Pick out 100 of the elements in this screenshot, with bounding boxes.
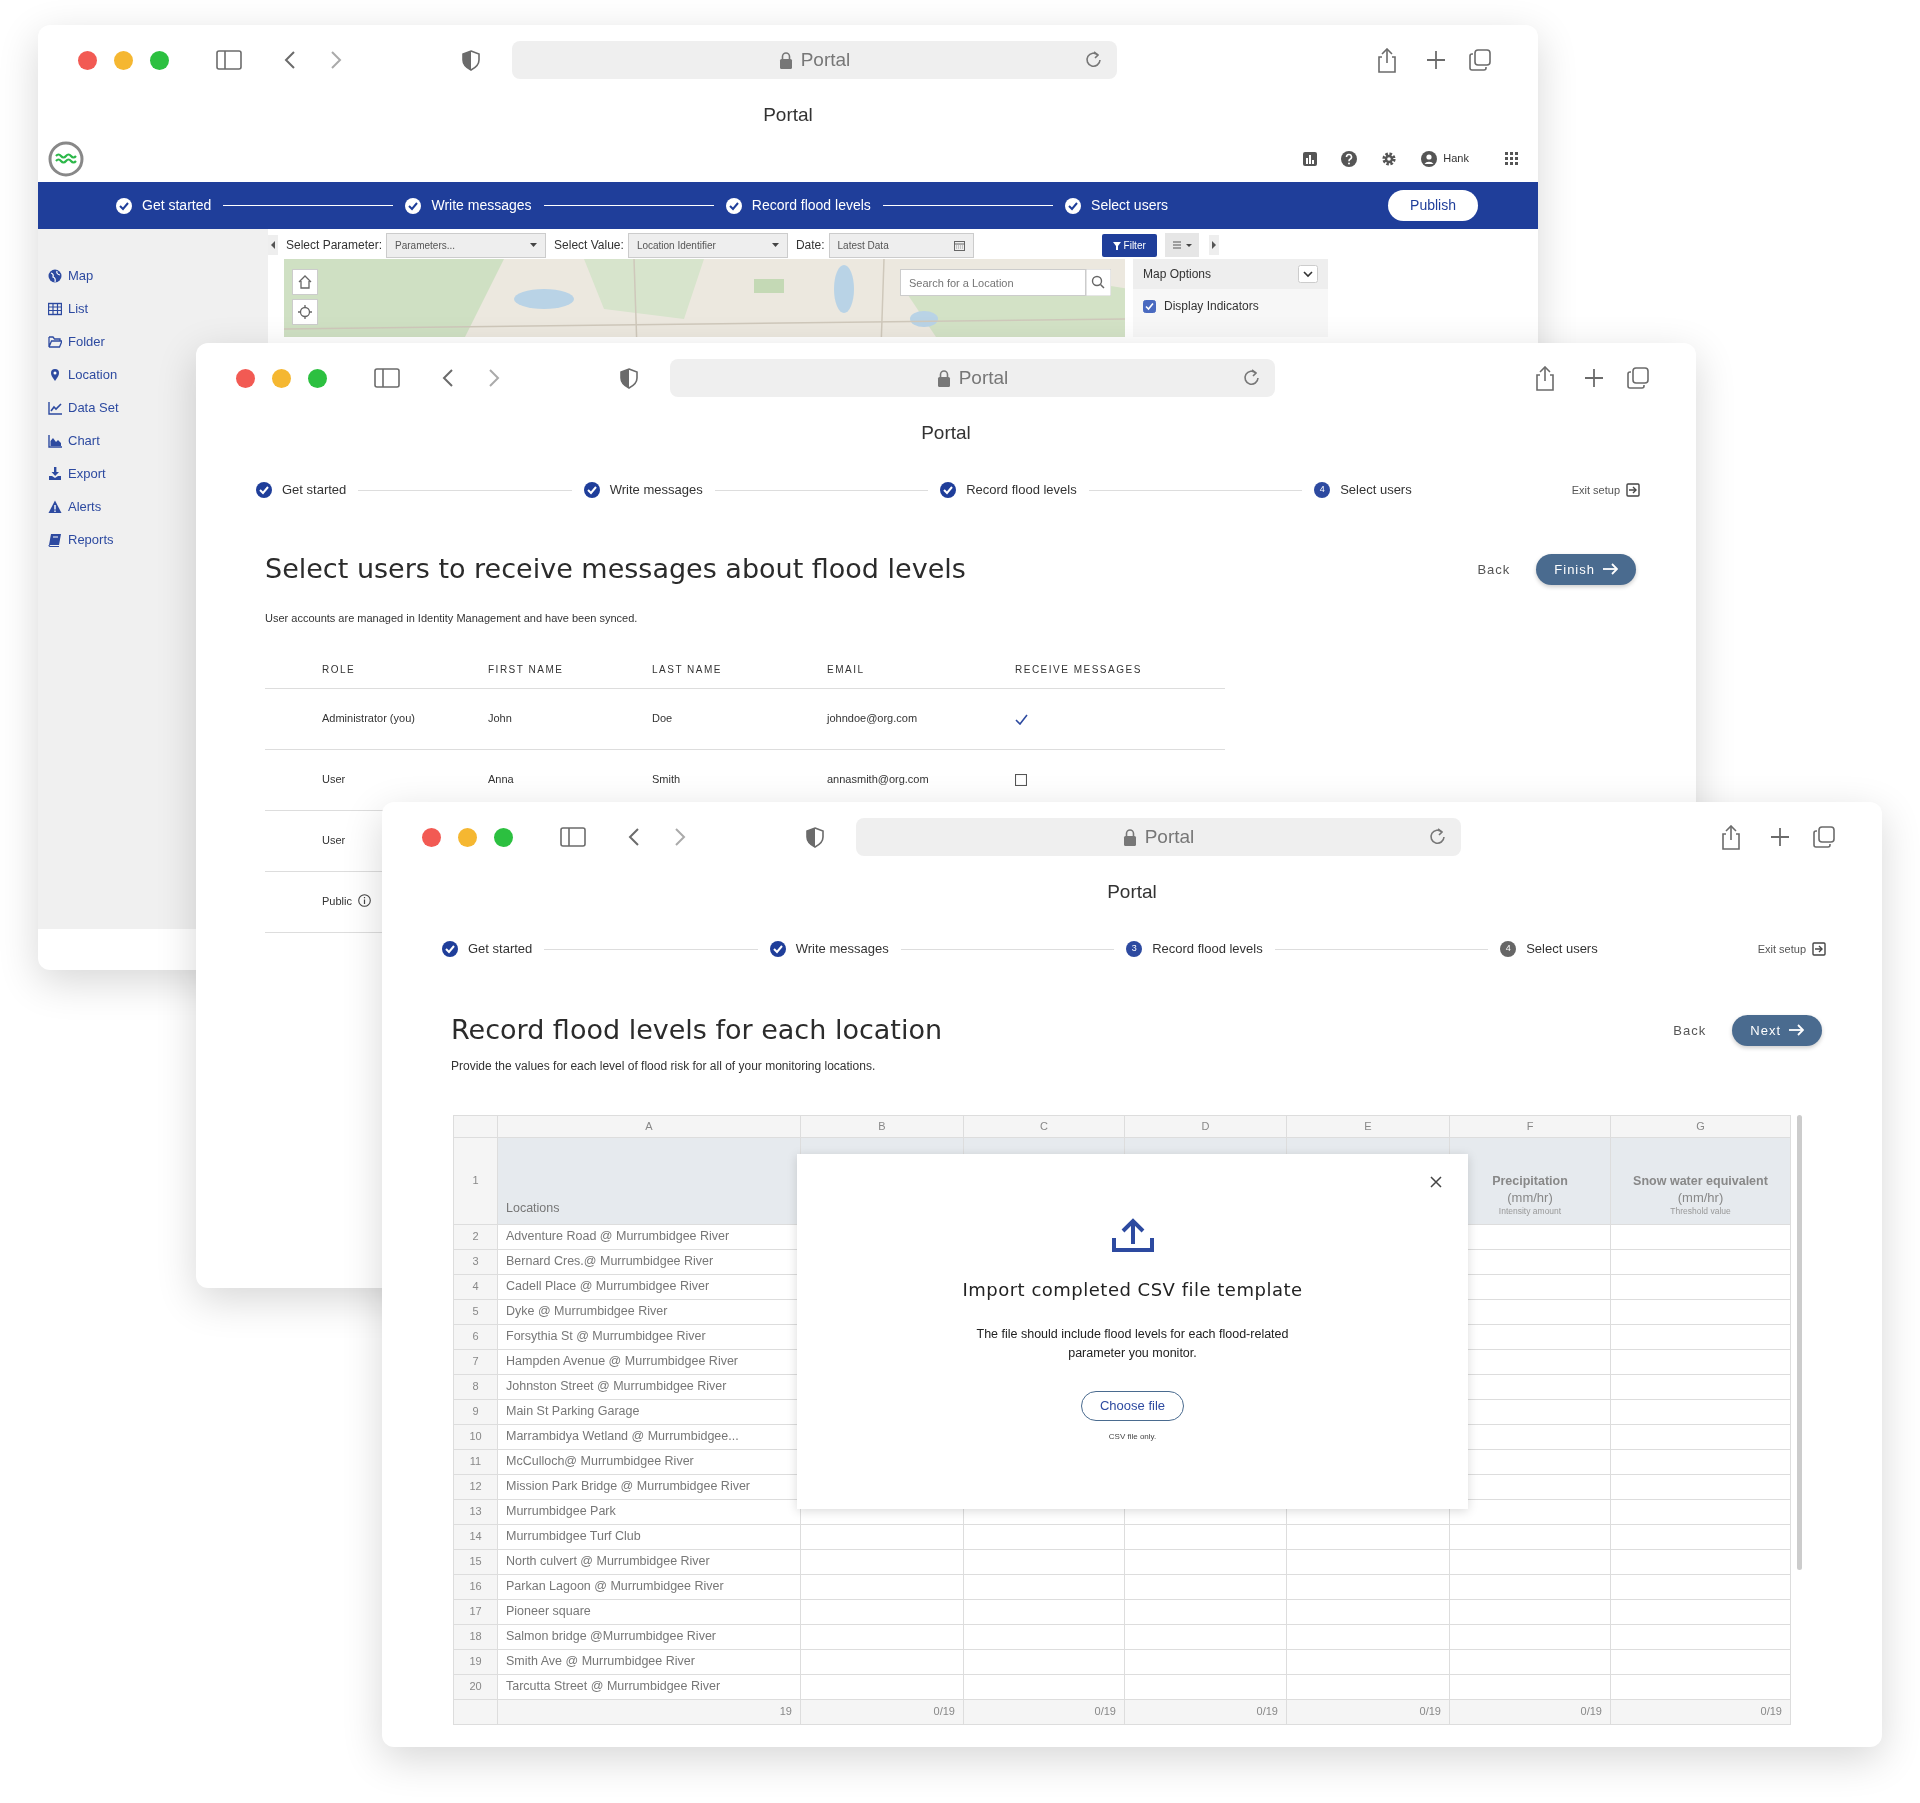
sidebar-toggle-icon[interactable]: [374, 368, 400, 388]
scroll-right-icon[interactable]: [1208, 235, 1219, 255]
checkbox[interactable]: [1143, 299, 1156, 313]
row-number: 20: [453, 1674, 498, 1699]
table-icon: [48, 301, 62, 316]
total-cell: 0/19: [1286, 1699, 1450, 1724]
step-label[interactable]: Select users: [1340, 480, 1412, 500]
user-icon[interactable]: [1421, 150, 1438, 167]
sidebar-item[interactable]: Folder: [48, 325, 105, 358]
sidebar-item[interactable]: Alerts: [48, 490, 102, 523]
reload-icon[interactable]: [1243, 369, 1261, 387]
step-label[interactable]: Get started: [468, 939, 533, 959]
sidebar-item[interactable]: Export: [48, 457, 106, 490]
reload-icon[interactable]: [1429, 828, 1447, 846]
sidebar-item[interactable]: Map: [48, 259, 94, 292]
lock-icon: [1122, 828, 1137, 846]
shield-icon[interactable]: [620, 367, 638, 389]
step-label[interactable]: Write messages: [609, 480, 703, 500]
sidebar-item[interactable]: List: [48, 292, 89, 325]
step-label[interactable]: Record flood levels: [751, 195, 871, 216]
reload-icon[interactable]: [1085, 51, 1103, 69]
address-bar[interactable]: Portal: [856, 818, 1461, 856]
tabs-icon[interactable]: [1469, 49, 1491, 71]
step-number: 4: [1314, 482, 1331, 498]
back-icon[interactable]: [628, 828, 640, 846]
table-cell: Smith Ave @ Murrumbidgee River: [497, 1649, 801, 1674]
sidebar-item[interactable]: Chart: [48, 424, 100, 457]
info-icon[interactable]: [357, 894, 371, 908]
map-locate-button[interactable]: [292, 299, 318, 325]
row-number: 10: [453, 1424, 498, 1449]
share-icon[interactable]: [1535, 365, 1555, 391]
calendar-icon: [953, 239, 965, 251]
close-window-button[interactable]: [422, 827, 441, 847]
table-cell: Murrumbidgee Turf Club: [497, 1524, 801, 1549]
date-field[interactable]: Latest Data: [828, 232, 974, 258]
share-icon[interactable]: [1721, 824, 1741, 850]
table-cell: Public: [322, 895, 352, 908]
table-cell: johndoe@org.com: [827, 712, 918, 725]
sidebar-toggle-icon[interactable]: [560, 827, 586, 847]
sidebar-item[interactable]: Location: [48, 358, 118, 391]
logo-icon[interactable]: [48, 140, 84, 177]
new-tab-icon[interactable]: [1585, 369, 1603, 387]
sidebar-item[interactable]: Data Set: [48, 391, 119, 424]
map-home-button[interactable]: [292, 269, 318, 295]
exit-icon[interactable]: [1812, 942, 1826, 956]
help-icon[interactable]: [1341, 150, 1358, 167]
user-name[interactable]: Hank: [1443, 150, 1469, 167]
lock-icon: [936, 369, 951, 387]
back-button[interactable]: Back: [1667, 1019, 1713, 1041]
step-label[interactable]: Select users: [1526, 939, 1598, 959]
close-window-button[interactable]: [78, 50, 97, 70]
step-label[interactable]: Get started: [282, 480, 347, 500]
exit-icon[interactable]: [1626, 483, 1640, 497]
search-icon[interactable]: [1086, 269, 1111, 296]
close-window-button[interactable]: [236, 368, 255, 388]
row-number: 13: [453, 1499, 498, 1524]
back-icon[interactable]: [284, 51, 296, 69]
address-bar[interactable]: Portal: [670, 359, 1275, 397]
row-number: 17: [453, 1599, 498, 1624]
checkbox[interactable]: [1015, 774, 1027, 787]
option-label: Display Indicators: [1164, 298, 1259, 315]
exit-setup-link[interactable]: Exit setup: [1757, 940, 1806, 958]
row-number: 9: [453, 1399, 498, 1424]
back-icon[interactable]: [442, 369, 454, 387]
step-label[interactable]: Write messages: [431, 195, 532, 216]
sidebar-toggle-icon[interactable]: [216, 50, 242, 70]
shield-icon[interactable]: [462, 49, 480, 71]
back-button[interactable]: Back: [1471, 558, 1517, 580]
new-tab-icon[interactable]: [1427, 51, 1445, 69]
step-label[interactable]: Get started: [142, 195, 212, 216]
close-icon[interactable]: [1430, 1175, 1442, 1188]
share-icon[interactable]: [1377, 47, 1397, 73]
tabs-icon[interactable]: [1627, 367, 1649, 389]
apps-grid-icon[interactable]: [1505, 152, 1518, 165]
exit-setup-link[interactable]: Exit setup: [1571, 481, 1620, 499]
primary-button[interactable]: Finish: [1536, 553, 1636, 585]
filter-button[interactable]: Filter: [1101, 233, 1157, 257]
step-label[interactable]: Record flood levels: [1152, 939, 1263, 959]
step-label[interactable]: Record flood levels: [966, 480, 1077, 500]
collapse-icon[interactable]: [1298, 265, 1318, 283]
sidebar-item[interactable]: Reports: [48, 523, 114, 556]
scroll-left-icon[interactable]: [268, 235, 278, 255]
publish-button[interactable]: Publish: [1388, 190, 1478, 221]
bar-chart-icon[interactable]: [1303, 151, 1318, 166]
shield-icon[interactable]: [806, 826, 824, 848]
choose-file-button[interactable]: Choose file: [1080, 1391, 1184, 1421]
settings-icon[interactable]: [1381, 150, 1398, 167]
address-bar[interactable]: Portal: [512, 41, 1117, 79]
checkmark-icon[interactable]: [1015, 713, 1028, 725]
options-dropdown-icon[interactable]: [1164, 233, 1199, 257]
select-field[interactable]: Location Identifier: [627, 232, 788, 258]
step-label[interactable]: Write messages: [795, 939, 889, 959]
step-label[interactable]: Select users: [1091, 195, 1169, 216]
tabs-icon[interactable]: [1813, 826, 1835, 848]
primary-button[interactable]: Next: [1732, 1014, 1822, 1046]
column-letter: A: [497, 1115, 801, 1137]
select-field[interactable]: Parameters...: [386, 232, 547, 258]
page-title: Portal: [762, 103, 814, 127]
crosshair-icon: [298, 305, 312, 319]
new-tab-icon[interactable]: [1771, 828, 1789, 846]
